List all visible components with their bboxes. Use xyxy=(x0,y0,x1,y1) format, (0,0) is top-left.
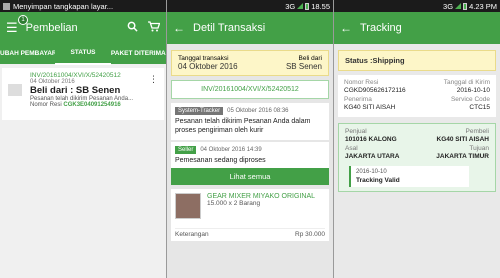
app-bar: ← Tracking xyxy=(334,12,500,44)
buyer-label: Pembeli xyxy=(465,127,489,135)
page-title: Tracking xyxy=(360,22,402,34)
status-icon xyxy=(3,2,10,10)
page-title: Detil Transaksi xyxy=(193,22,266,34)
tab-status[interactable]: STATUS xyxy=(55,43,111,65)
app-bar: ← Detil Transaksi xyxy=(167,12,333,44)
page-title: Pembelian xyxy=(25,22,78,34)
resi-value: CGKD905626172116 xyxy=(344,87,406,95)
seller-timestamp: 04 Oktober 2016 14:39 xyxy=(200,146,262,153)
status-text: Menyimpan tangkapan layar... xyxy=(13,1,114,11)
invoice-number[interactable]: INV/20161004/XVI/X/52420512 xyxy=(30,72,158,79)
shipment-info: Nomor Resi Tanggal di Kirim CGKD90562617… xyxy=(338,75,496,117)
destination-label: Tujuan xyxy=(469,144,489,152)
status-bar: Menyimpan tangkapan layar... xyxy=(0,0,166,12)
product-price: Rp 30.000 xyxy=(295,230,325,238)
order-card[interactable]: INV/20161004/XVI/X/52420512 04 Oktober 2… xyxy=(2,68,164,120)
shipping-status: Status :Shipping xyxy=(338,50,496,71)
seller-message: Seller 04 Oktober 2016 14:39 Pemesanan s… xyxy=(171,141,329,168)
tab-bar: UBAH PEMBAYARAN STATUS PAKET DITERIMA xyxy=(0,43,166,65)
battery-icon xyxy=(463,2,468,10)
service-code-label: Service Code xyxy=(450,95,490,103)
product-quantity: 15.000 x 2 Barang xyxy=(207,199,261,207)
tab-ubah-pembayaran[interactable]: UBAH PEMBAYARAN xyxy=(0,44,55,64)
resi-label: Nomor Resi xyxy=(344,79,379,86)
product-item[interactable]: GEAR MIXER MIYAKO ORIGINAL 15.000 x 2 Ba… xyxy=(171,188,329,241)
back-arrow-icon[interactable]: ← xyxy=(340,21,352,35)
more-options-icon[interactable]: ⋮ xyxy=(149,74,158,85)
tracker-timestamp: 05 Oktober 2016 08:36 xyxy=(227,108,289,114)
notification-badge: 1 xyxy=(18,15,28,25)
cart-icon[interactable] xyxy=(148,21,161,35)
tracking-history-item: 2016-10-10 Tracking Valid xyxy=(349,165,469,187)
seller-value[interactable]: SB Senen xyxy=(286,62,322,71)
resi-label: Nomor Resi xyxy=(30,102,62,108)
system-tracker-message: System-Tracker 05 Oktober 2016 08:36 Pes… xyxy=(171,103,329,140)
battery-icon xyxy=(305,2,310,10)
app-bar: ☰ 1 Pembelian xyxy=(0,12,166,44)
sender-value: 101016 KALONG xyxy=(345,136,397,144)
clock: 4.23 PM xyxy=(469,1,497,11)
ship-date-label: Tanggal di Kirim xyxy=(443,79,490,86)
signal-icon xyxy=(455,3,462,9)
tab-paket-diterima[interactable]: PAKET DITERIMA xyxy=(111,44,166,64)
product-name[interactable]: GEAR MIXER MIYAKO ORIGINAL xyxy=(207,193,325,200)
seller-label: Beli dari xyxy=(298,55,322,62)
menu-icon[interactable]: ☰ xyxy=(6,20,18,36)
signal-icon xyxy=(297,3,304,9)
note-label: Keterangan xyxy=(175,230,209,238)
seller-name: Beli dari : SB Senen xyxy=(30,85,121,96)
system-tracker-tag: System-Tracker xyxy=(175,107,224,115)
date-value: 04 Oktober 2016 xyxy=(178,62,238,71)
resi-value[interactable]: CGK3E04091254916 xyxy=(63,102,120,108)
seller-tag: Seller xyxy=(175,145,197,154)
clock: 18.55 xyxy=(311,1,330,11)
route-info: Penjual Pembeli 101016 KALONG KG40 SITI … xyxy=(338,122,496,192)
recipient-label: Penerima xyxy=(344,95,372,103)
invoice-link[interactable]: INV/20161004/XVI/X/52420512 xyxy=(171,80,329,99)
origin-label: Asal xyxy=(345,144,358,152)
transaction-detail-screen: 3G 18.55 ← Detil Transaksi Tanggal trans… xyxy=(167,0,333,278)
tracker-message: Pesanan telah dikirim Pesanan Anda dalam… xyxy=(175,118,311,134)
status-bar: 3G 4.23 PM xyxy=(334,0,500,12)
destination-value: JAKARTA TIMUR xyxy=(436,153,489,161)
purchase-screen: Menyimpan tangkapan layar... ☰ 1 Pembeli… xyxy=(0,0,166,278)
shop-thumbnail xyxy=(8,84,22,96)
network-label: 3G xyxy=(285,1,296,11)
back-arrow-icon[interactable]: ← xyxy=(173,21,185,35)
sender-label: Penjual xyxy=(345,127,367,135)
service-code-value: CTC15 xyxy=(469,104,490,112)
see-all-button[interactable]: Lihat semua xyxy=(171,167,329,185)
buyer-value: KG40 SITI AISAH xyxy=(436,136,490,144)
recipient-value: KG40 SITI AISAH xyxy=(344,104,396,112)
history-text: Tracking Valid xyxy=(356,176,400,184)
history-date: 2016-10-10 xyxy=(356,168,387,175)
seller-status-message: Pemesanan sedang diproses xyxy=(175,156,266,164)
tracking-screen: 3G 4.23 PM ← Tracking Status :Shipping N… xyxy=(334,0,500,278)
transaction-summary: Tanggal transaksi Beli dari 04 Oktober 2… xyxy=(171,50,329,76)
date-label: Tanggal transaksi xyxy=(178,55,229,62)
status-bar: 3G 18.55 xyxy=(167,0,333,12)
product-image xyxy=(175,192,201,219)
origin-value: JAKARTA UTARA xyxy=(345,153,400,161)
ship-date-value: 2016-10-10 xyxy=(456,87,490,95)
search-icon[interactable] xyxy=(127,21,138,35)
product-note-row: Keterangan Rp 30.000 xyxy=(175,227,325,238)
tracking-number-row: Nomor Resi CGK3E04091254916 xyxy=(30,102,158,108)
network-label: 3G xyxy=(443,1,454,11)
